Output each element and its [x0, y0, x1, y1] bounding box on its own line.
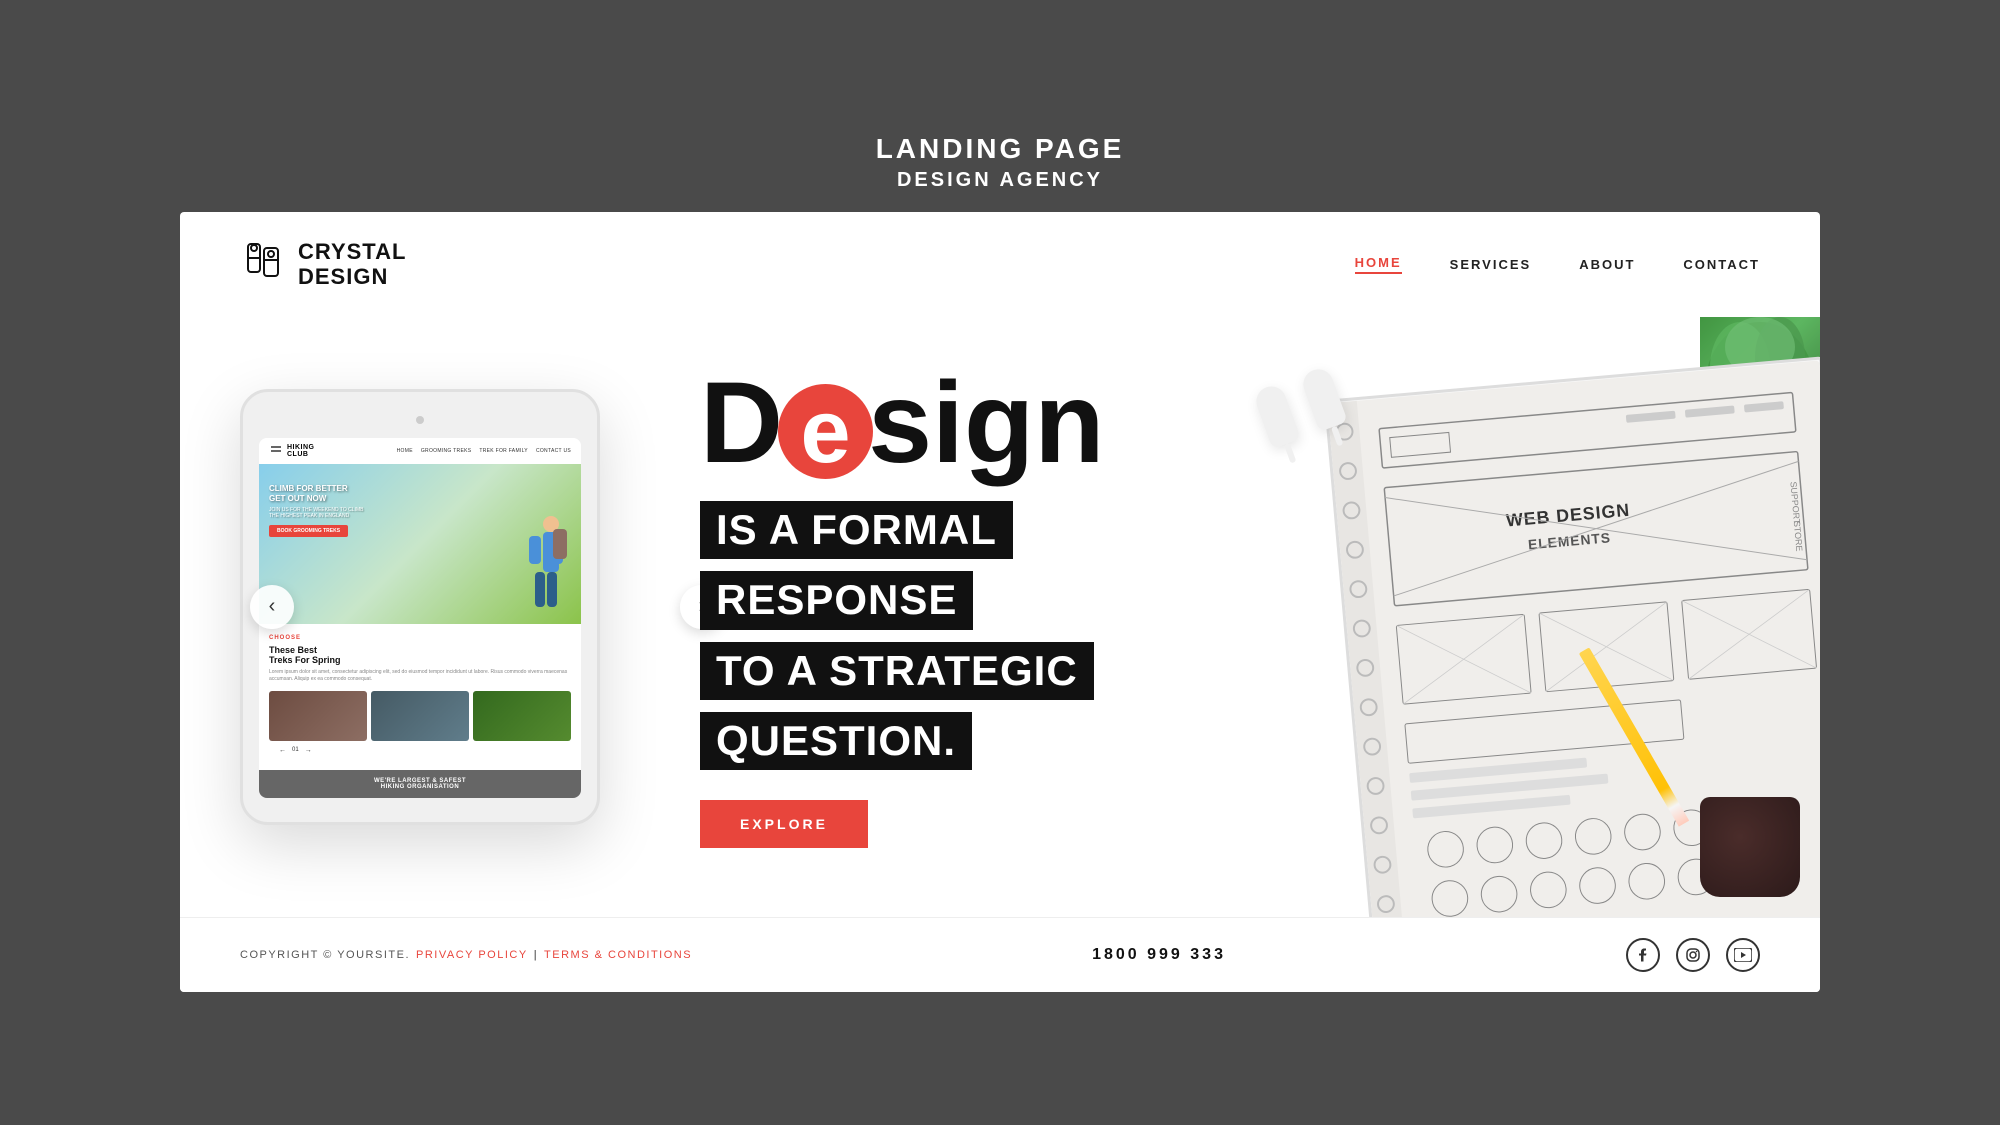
instagram-icon[interactable] — [1676, 938, 1710, 972]
slider-prev[interactable]: ‹ — [250, 585, 294, 629]
nav-home[interactable]: HOME — [1355, 255, 1402, 274]
photo-3 — [473, 691, 571, 741]
design-e: e — [778, 384, 873, 479]
page-label: LANDING PAGE DESIGN AGENCY — [876, 133, 1125, 192]
tagline-1: IS A FORMAL — [700, 501, 1013, 559]
terms-link[interactable]: TERMS & CONDITIONS — [544, 949, 692, 961]
photo-1 — [269, 691, 367, 741]
nav-about[interactable]: ABOUT — [1579, 257, 1635, 272]
footer: COPYRIGHT © YOURSITE. PRIVACY POLICY | T… — [180, 917, 1820, 992]
tablet-hero-text: CLIMB FOR BETTERGET OUT NOW JOIN US FOR … — [269, 484, 363, 537]
tablet-nav-links: HOME GROOMING TREKS TREK FOR FAMILY CONT… — [397, 448, 571, 454]
tablet-logo: HIKINGCLUB — [287, 444, 315, 458]
tablet-mockup: ‹ HIKINGCLUB HOME GROOMING TREKS — [240, 389, 620, 824]
tablet-screen: HIKINGCLUB HOME GROOMING TREKS TREK FOR … — [259, 438, 581, 797]
tagline-2: RESPONSE — [700, 571, 973, 629]
copyright: COPYRIGHT © YOURSITE. — [240, 949, 410, 961]
privacy-link[interactable]: PRIVACY POLICY — [416, 949, 528, 961]
logo-text: CRYSTALDESIGN — [298, 240, 406, 288]
coffee-cup — [1700, 797, 1800, 897]
tagline-3: TO A STRATEGIC — [700, 642, 1094, 700]
tablet-photos — [269, 691, 571, 741]
design-d: D — [700, 366, 783, 481]
page-title: LANDING PAGE — [876, 133, 1125, 165]
tablet-content: CHOOSE These BestTreks For Spring Lorem … — [259, 624, 581, 769]
footer-left: COPYRIGHT © YOURSITE. PRIVACY POLICY | T… — [240, 949, 692, 961]
youtube-icon[interactable] — [1726, 938, 1760, 972]
hero-tagline: IS A FORMAL RESPONSE TO A STRATEGIC QUES… — [700, 501, 1760, 777]
hero-content: D e sign IS A FORMAL RESPONSE TO A STRAT… — [680, 366, 1760, 849]
hero-section: WEB DESIGN ELEMENTS — [180, 317, 1820, 917]
landing-container: CRYSTALDESIGN HOME SERVICES ABOUT CONTAC… — [180, 212, 1820, 992]
footer-social — [1626, 938, 1760, 972]
airpods-decoration — [1260, 377, 1340, 437]
tagline-4: QUESTION. — [700, 712, 972, 770]
logo-area[interactable]: CRYSTALDESIGN — [240, 240, 406, 289]
nav-links: HOME SERVICES ABOUT CONTACT — [1355, 255, 1760, 274]
navbar: CRYSTALDESIGN HOME SERVICES ABOUT CONTAC… — [180, 212, 1820, 317]
separator: | — [534, 949, 538, 961]
facebook-icon[interactable] — [1626, 938, 1660, 972]
tablet-arrows: ← 01 → — [269, 741, 571, 760]
tablet-hero-image: CLIMB FOR BETTERGET OUT NOW JOIN US FOR … — [259, 464, 581, 624]
tablet-frame: HIKINGCLUB HOME GROOMING TREKS TREK FOR … — [240, 389, 600, 824]
tablet-notch — [416, 416, 424, 424]
photo-2 — [371, 691, 469, 741]
outer-wrapper: LANDING PAGE DESIGN AGENCY — [0, 93, 2000, 1032]
nav-contact[interactable]: CONTACT — [1683, 257, 1760, 272]
design-rest: sign — [868, 366, 1104, 481]
nav-services[interactable]: SERVICES — [1450, 257, 1532, 272]
explore-button[interactable]: EXPLORE — [700, 800, 868, 848]
tablet-footer: WE'RE LARGEST & SAFESTHIKING ORGANISATIO… — [259, 770, 581, 798]
design-word: D e sign — [700, 366, 1760, 481]
logo-icon — [240, 240, 284, 289]
tablet-cta: BOOK GROOMING TREKS — [269, 525, 348, 537]
footer-phone: 1800 999 333 — [1092, 946, 1226, 964]
tablet-nav: HIKINGCLUB HOME GROOMING TREKS TREK FOR … — [259, 438, 581, 464]
page-subtitle: DESIGN AGENCY — [876, 169, 1125, 192]
